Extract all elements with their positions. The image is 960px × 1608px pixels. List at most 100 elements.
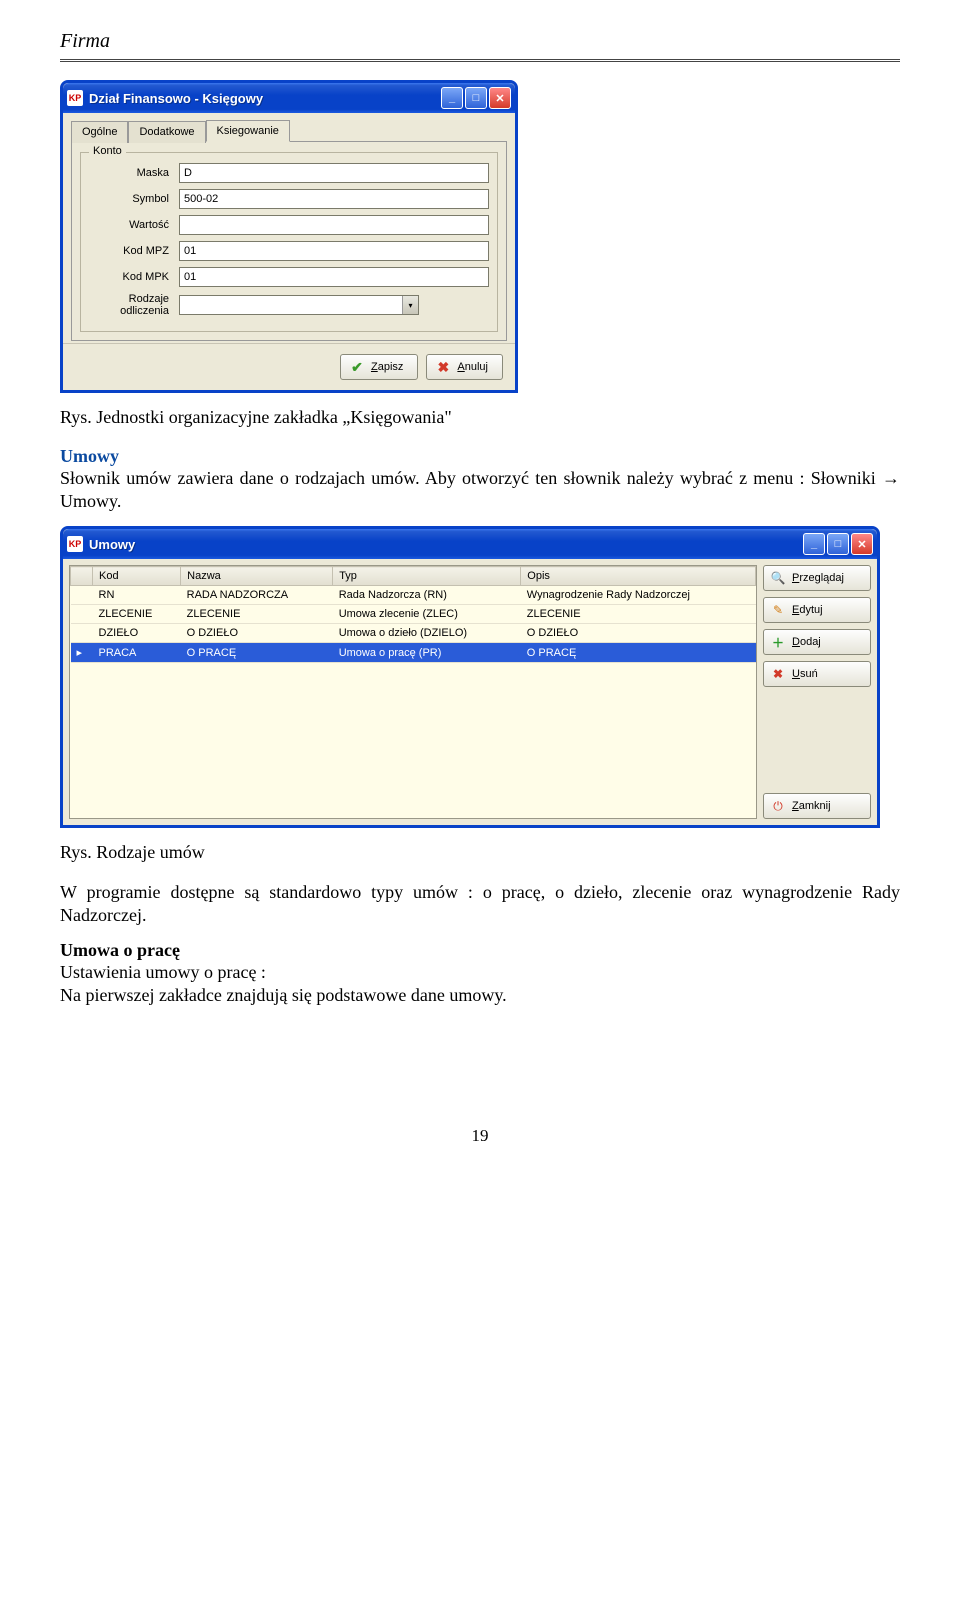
label-maska: Maska <box>89 167 179 179</box>
x-icon: ✖ <box>435 359 451 375</box>
cell-kod: PRACA <box>93 643 181 663</box>
cell-typ: Umowa o pracę (PR) <box>333 643 521 663</box>
delete-button[interactable]: ✖ Usuń <box>763 661 871 687</box>
col-typ[interactable]: Typ <box>333 567 521 586</box>
window-title: Dział Finansowo - Księgowy <box>89 91 441 106</box>
check-icon: ✔ <box>349 359 365 375</box>
titlebar[interactable]: KP Dział Finansowo - Księgowy _ □ ✕ <box>63 83 515 113</box>
x-icon: ✖ <box>770 666 786 682</box>
close-button[interactable]: ✕ <box>489 87 511 109</box>
cell-kod: RN <box>93 586 181 605</box>
tab-ksiegowanie[interactable]: Ksiegowanie <box>206 120 290 142</box>
dialog-financial-dept: KP Dział Finansowo - Księgowy _ □ ✕ Ogól… <box>60 80 518 393</box>
section-umowy-body: Słownik umów zawiera dane o rodzajach um… <box>60 467 900 512</box>
cell-nazwa: O PRACĘ <box>181 643 333 663</box>
app-icon: KP <box>67 90 83 106</box>
grid[interactable]: Kod Nazwa Typ Opis RNRADA NADZORCZARada … <box>69 565 757 819</box>
dialog-umowy: KP Umowy _ □ ✕ Kod Nazwa Typ Opis RNRADA <box>60 526 880 828</box>
grid-empty-area <box>70 663 756 818</box>
sidebar-buttons: 🔍 Przeglądaj ✎ Edytuj ＋ Dodaj ✖ Usuń ⏻ Z… <box>763 565 871 819</box>
minimize-button[interactable]: _ <box>803 533 825 555</box>
titlebar[interactable]: KP Umowy _ □ ✕ <box>63 529 877 559</box>
cell-typ: Umowa o dzieło (DZIELO) <box>333 624 521 643</box>
col-kod[interactable]: Kod <box>93 567 181 586</box>
cell-typ: Umowa zlecenie (ZLEC) <box>333 605 521 624</box>
paragraph-types: W programie dostępne są standardowo typy… <box>60 881 900 926</box>
input-maska[interactable] <box>179 163 489 183</box>
cell-opis: O PRACĘ <box>521 643 756 663</box>
page-header-title: Firma <box>60 30 900 53</box>
tab-ogolne[interactable]: Ogólne <box>71 121 128 143</box>
page-number: 19 <box>60 1126 900 1146</box>
close-button[interactable]: ✕ <box>851 533 873 555</box>
browse-button-label: Przeglądaj <box>792 572 844 584</box>
cancel-button-label: Anuluj <box>457 361 488 373</box>
power-icon: ⏻ <box>770 798 786 814</box>
label-rodzaje: Rodzaje odliczenia <box>89 293 179 317</box>
input-kodmpz[interactable] <box>179 241 489 261</box>
magnifier-icon: 🔍 <box>770 570 786 586</box>
tabstrip: Ogólne Dodatkowe Ksiegowanie <box>63 113 515 141</box>
cell-nazwa: RADA NADZORCZA <box>181 586 333 605</box>
browse-button[interactable]: 🔍 Przeglądaj <box>763 565 871 591</box>
table-row[interactable]: RNRADA NADZORCZARada Nadzorcza (RN)Wynag… <box>71 586 756 605</box>
close-icon: ✕ <box>495 92 504 105</box>
button-row: ✔ Zapisz ✖ Anuluj <box>63 343 515 390</box>
input-wartosc[interactable] <box>179 215 489 235</box>
cell-opis: Wynagrodzenie Rady Nadzorczej <box>521 586 756 605</box>
add-button[interactable]: ＋ Dodaj <box>763 629 871 655</box>
maximize-button[interactable]: □ <box>827 533 849 555</box>
table-row[interactable]: ▸PRACAO PRACĘUmowa o pracę (PR)O PRACĘ <box>71 643 756 663</box>
close-icon: ✕ <box>857 538 866 551</box>
cell-typ: Rada Nadzorcza (RN) <box>333 586 521 605</box>
input-kodmpk[interactable] <box>179 267 489 287</box>
cell-nazwa: ZLECENIE <box>181 605 333 624</box>
pencil-icon: ✎ <box>770 602 786 618</box>
label-wartosc: Wartość <box>89 219 179 231</box>
input-symbol[interactable] <box>179 189 489 209</box>
table-row[interactable]: ZLECENIEZLECENIEUmowa zlecenie (ZLEC)ZLE… <box>71 605 756 624</box>
table-row[interactable]: DZIEŁOO DZIEŁOUmowa o dzieło (DZIELO)O D… <box>71 624 756 643</box>
save-button-label: Zapisz <box>371 361 403 373</box>
label-symbol: Symbol <box>89 193 179 205</box>
cell-kod: ZLECENIE <box>93 605 181 624</box>
app-icon: KP <box>67 536 83 552</box>
add-button-label: Dodaj <box>792 636 821 648</box>
fieldset-legend: Konto <box>89 145 126 157</box>
cell-nazwa: O DZIEŁO <box>181 624 333 643</box>
section-umowy-title: Umowy <box>60 446 900 467</box>
fieldset-konto: Konto Maska Symbol Wartość Kod MPZ Kod M… <box>80 152 498 332</box>
edit-button-label: Edytuj <box>792 604 823 616</box>
col-opis[interactable]: Opis <box>521 567 756 586</box>
minimize-button[interactable]: _ <box>441 87 463 109</box>
maximize-icon: □ <box>835 538 842 550</box>
maximize-icon: □ <box>473 92 480 104</box>
section-uop-title: Umowa o pracę <box>60 940 900 961</box>
tab-dodatkowe[interactable]: Dodatkowe <box>128 121 205 143</box>
minimize-icon: _ <box>811 538 817 550</box>
delete-button-label: Usuń <box>792 668 818 680</box>
minimize-icon: _ <box>449 92 455 104</box>
combo-rodzaje[interactable] <box>179 295 419 315</box>
close-button-label: Zamknij <box>792 800 831 812</box>
tab-panel: Konto Maska Symbol Wartość Kod MPZ Kod M… <box>71 141 507 341</box>
edit-button[interactable]: ✎ Edytuj <box>763 597 871 623</box>
cell-opis: ZLECENIE <box>521 605 756 624</box>
maximize-button[interactable]: □ <box>465 87 487 109</box>
cell-opis: O DZIEŁO <box>521 624 756 643</box>
cancel-button[interactable]: ✖ Anuluj <box>426 354 503 380</box>
window-title: Umowy <box>89 537 803 552</box>
label-kodmpk: Kod MPK <box>89 271 179 283</box>
save-button[interactable]: ✔ Zapisz <box>340 354 418 380</box>
figure-caption-1: Rys. Jednostki organizacyjne zakładka „K… <box>60 407 900 428</box>
section-uop-body: Ustawienia umowy o pracę : Na pierwszej … <box>60 961 900 1006</box>
close-button[interactable]: ⏻ Zamknij <box>763 793 871 819</box>
col-nazwa[interactable]: Nazwa <box>181 567 333 586</box>
header-rule <box>60 59 900 62</box>
chevron-down-icon[interactable]: ▾ <box>402 296 418 314</box>
figure-caption-2: Rys. Rodzaje umów <box>60 842 900 863</box>
label-kodmpz: Kod MPZ <box>89 245 179 257</box>
grid-header-row: Kod Nazwa Typ Opis <box>71 567 756 586</box>
plus-icon: ＋ <box>770 634 786 650</box>
cell-kod: DZIEŁO <box>93 624 181 643</box>
